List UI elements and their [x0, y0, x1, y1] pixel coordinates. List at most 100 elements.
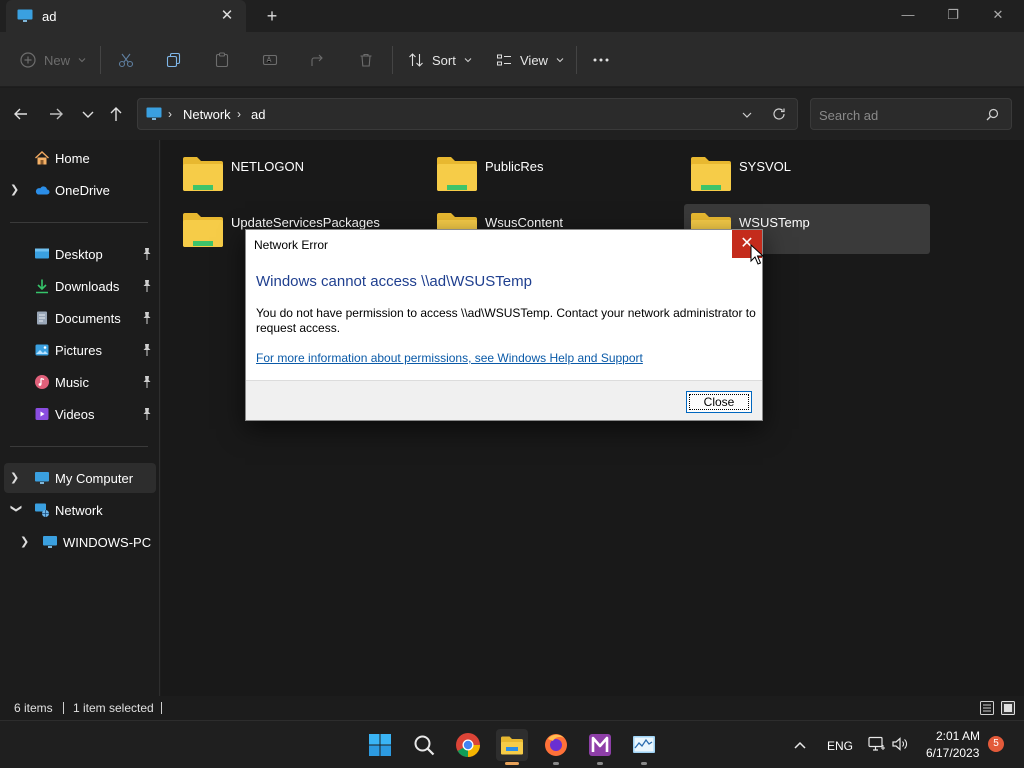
pin-icon[interactable]	[141, 407, 153, 421]
delete-button[interactable]	[358, 50, 374, 70]
running-indicator	[597, 762, 603, 765]
network-tray-icon[interactable]	[868, 736, 886, 752]
sidebar-item-windows-pc[interactable]: ❯ WINDOWS-PC	[4, 527, 156, 557]
folder-icon	[183, 157, 223, 191]
folder-name: UpdateServicesPackages	[231, 215, 380, 230]
sidebar-item-pictures[interactable]: Pictures	[4, 335, 156, 365]
windows-logo-icon	[369, 734, 391, 756]
chevron-up-icon[interactable]	[793, 740, 807, 750]
refresh-icon[interactable]	[772, 107, 786, 121]
pictures-icon	[35, 344, 49, 356]
music-icon	[35, 375, 49, 389]
breadcrumb-network[interactable]: Network	[183, 107, 231, 122]
chevron-right-icon[interactable]: ❯	[20, 535, 32, 549]
share-button[interactable]	[310, 50, 326, 70]
sidebar-item-onedrive[interactable]: ❯ OneDrive	[4, 175, 156, 205]
separator	[392, 46, 393, 74]
folder-icon	[437, 157, 477, 191]
folder-item[interactable]: SYSVOL	[686, 150, 932, 200]
pin-icon[interactable]	[141, 343, 153, 357]
help-link[interactable]: For more information about permissions, …	[256, 351, 643, 365]
search-taskbar-button[interactable]	[408, 729, 440, 761]
notification-badge[interactable]: 5	[988, 736, 1004, 752]
folder-item[interactable]: NETLOGON	[178, 150, 424, 200]
clock-date[interactable]: 6/17/2023	[926, 746, 979, 760]
performance-monitor-icon	[633, 736, 655, 753]
sidebar-item-documents[interactable]: Documents	[4, 303, 156, 333]
sidebar-item-desktop[interactable]: Desktop	[4, 239, 156, 269]
sidebar-item-downloads[interactable]: Downloads	[4, 271, 156, 301]
scissors-icon	[118, 53, 134, 68]
monitor-app-taskbar-button[interactable]	[628, 729, 660, 761]
chevron-down-icon[interactable]	[742, 110, 752, 120]
folder-icon	[183, 213, 223, 247]
folder-icon	[691, 157, 731, 191]
share-icon	[311, 54, 323, 66]
copy-button[interactable]	[166, 50, 182, 70]
restore-icon[interactable]: ❐	[943, 6, 963, 24]
status-bar: 6 items 1 item selected	[0, 696, 1024, 720]
chrome-taskbar-button[interactable]	[452, 729, 484, 761]
recent-locations-chevron-icon[interactable]	[78, 104, 98, 124]
sort-button[interactable]: Sort	[408, 50, 472, 70]
monitor-icon	[17, 9, 33, 22]
firefox-taskbar-button[interactable]	[540, 729, 572, 761]
sidebar-item-my-computer[interactable]: ❯ My Computer	[4, 463, 156, 493]
plus-icon[interactable]: +	[262, 6, 282, 26]
sidebar-item-network[interactable]: ❯ Network	[4, 495, 156, 525]
selection-count: 1 item selected	[73, 701, 154, 715]
large-icons-view-icon[interactable]	[1000, 700, 1016, 716]
search-input[interactable]	[819, 105, 979, 125]
paste-button[interactable]	[214, 50, 230, 70]
m-app-taskbar-button[interactable]	[584, 729, 616, 761]
address-bar[interactable]: › Network › ad	[137, 98, 798, 130]
rename-button[interactable]	[262, 50, 278, 70]
sidebar-item-videos[interactable]: Videos	[4, 399, 156, 429]
video-icon	[35, 408, 49, 420]
forward-arrow-icon[interactable]	[46, 104, 66, 124]
minimize-icon[interactable]: —	[898, 6, 918, 24]
dialog-message: You do not have permission to access \\a…	[256, 306, 756, 335]
title-bar: ad ✕ + — ❐ ✕	[0, 0, 1024, 32]
language-indicator[interactable]: ENG	[827, 739, 853, 753]
tab-ad[interactable]: ad ✕	[6, 0, 246, 32]
chevron-down-icon	[556, 58, 564, 63]
sidebar-item-music[interactable]: Music	[4, 367, 156, 397]
pin-icon[interactable]	[141, 311, 153, 325]
close-window-icon[interactable]: ✕	[988, 6, 1008, 24]
separator	[100, 46, 101, 74]
running-indicator	[641, 762, 647, 765]
pin-icon[interactable]	[141, 375, 153, 389]
sidebar-item-label: Documents	[55, 311, 121, 326]
pin-icon[interactable]	[141, 279, 153, 293]
sidebar-item-label: Videos	[55, 407, 95, 422]
chevron-right-icon[interactable]: ❯	[10, 471, 22, 485]
more-options-button[interactable]	[592, 50, 610, 70]
folder-item[interactable]: PublicRes	[432, 150, 678, 200]
breadcrumb-ad[interactable]: ad	[251, 107, 265, 122]
search-icon[interactable]	[986, 108, 999, 121]
m-app-icon	[589, 734, 611, 756]
view-button[interactable]: View	[496, 50, 564, 70]
close-button[interactable]: Close	[686, 391, 752, 413]
running-indicator	[553, 762, 559, 765]
sidebar-item-home[interactable]: Home	[4, 143, 156, 173]
separator	[161, 702, 162, 714]
close-tab-icon[interactable]: ✕	[218, 7, 236, 25]
file-explorer-taskbar-button[interactable]	[496, 729, 528, 761]
search-box[interactable]	[810, 98, 1012, 130]
volume-icon[interactable]	[891, 736, 909, 752]
new-button[interactable]: New	[20, 50, 86, 70]
back-arrow-icon[interactable]	[11, 104, 31, 124]
folder-name: PublicRes	[485, 159, 544, 174]
up-arrow-icon[interactable]	[106, 104, 126, 124]
active-indicator	[505, 762, 519, 765]
divider	[10, 222, 148, 223]
start-button[interactable]	[364, 729, 396, 761]
clock-time[interactable]: 2:01 AM	[936, 729, 980, 743]
pin-icon[interactable]	[141, 247, 153, 261]
cut-button[interactable]	[118, 50, 134, 70]
chevron-down-icon[interactable]: ❯	[9, 504, 23, 516]
chevron-right-icon[interactable]: ❯	[10, 183, 22, 197]
details-view-icon[interactable]	[979, 700, 995, 716]
